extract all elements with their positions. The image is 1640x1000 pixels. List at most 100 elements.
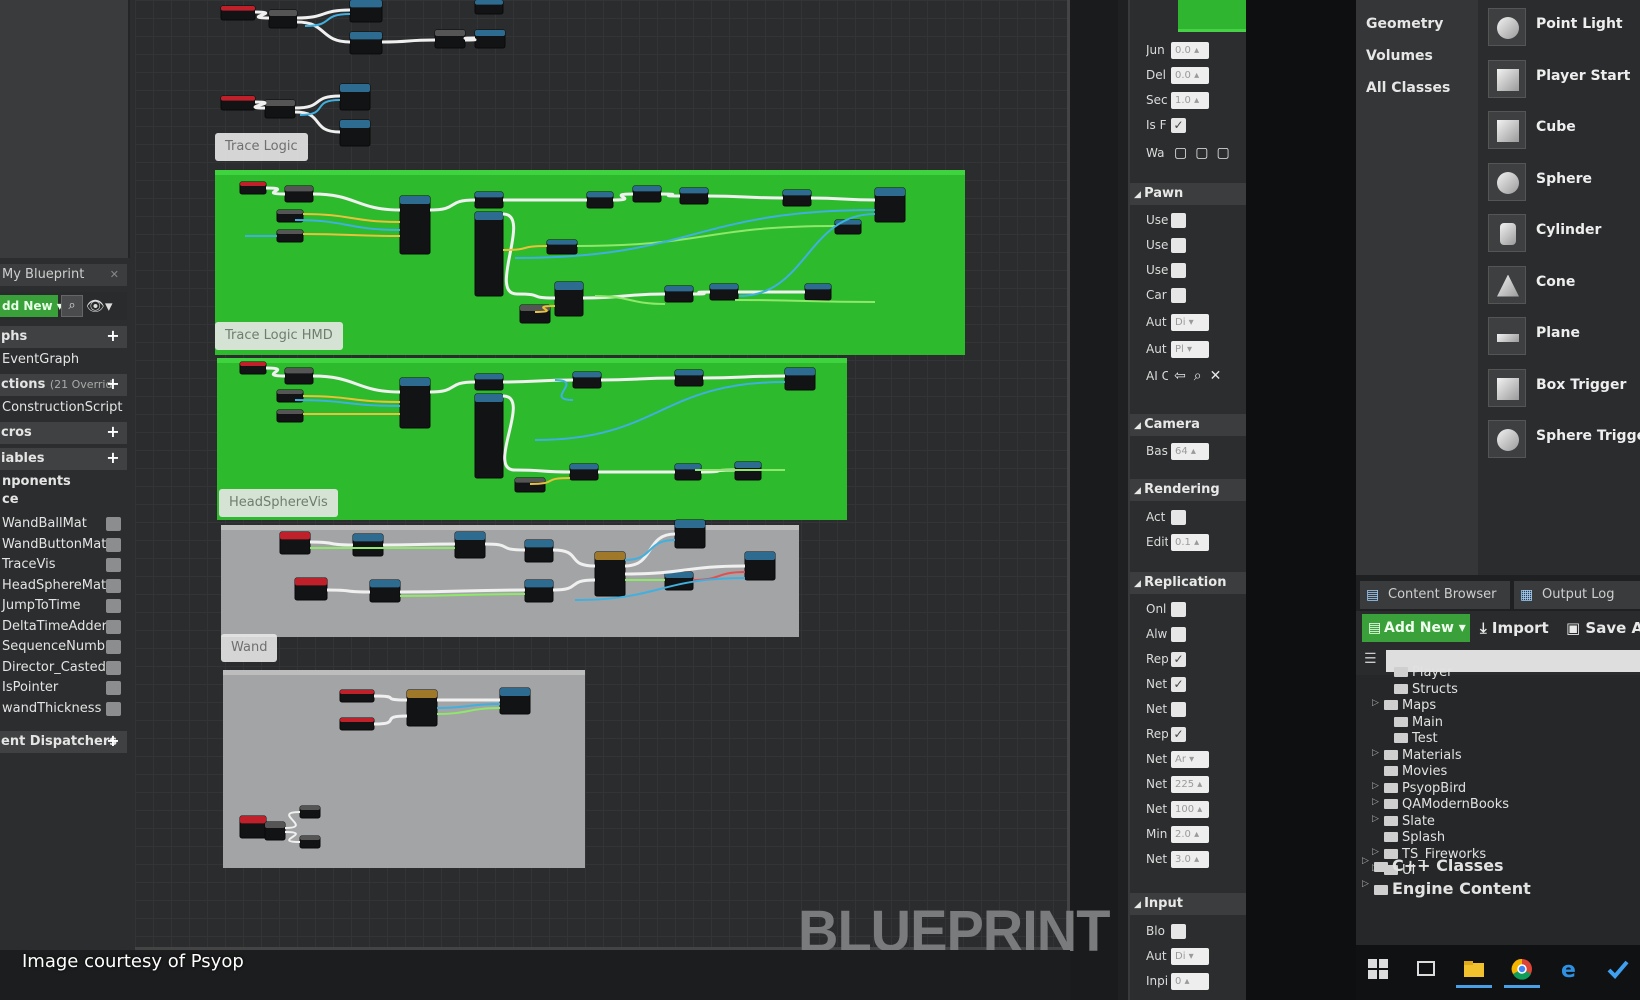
graph-node-header[interactable]: [353, 534, 383, 542]
input-1-field[interactable]: Di ▾: [1171, 948, 1209, 965]
detail-top-1-field[interactable]: 0.0 ▴: [1171, 67, 1209, 84]
place-actor-item[interactable]: Player Start: [1488, 56, 1640, 102]
edge-icon[interactable]: e: [1558, 957, 1582, 983]
browse-icons[interactable]: ⇦⌕✕: [1174, 365, 1229, 387]
add-macro-icon[interactable]: +: [105, 424, 121, 440]
camera-base-field[interactable]: 64 ▴: [1171, 443, 1209, 460]
graph-node-header[interactable]: [675, 370, 703, 376]
collapse-arrow-icon[interactable]: ◢: [1134, 421, 1144, 431]
expand-arrow-icon[interactable]: ▷: [1372, 847, 1379, 857]
graph-node-header[interactable]: [285, 186, 313, 192]
add-dispatcher-icon[interactable]: +: [105, 733, 121, 749]
expand-arrow-icon[interactable]: ▷: [1372, 797, 1379, 807]
graph-node-header[interactable]: [875, 188, 905, 196]
tab-output-log[interactable]: ▦ Output Log: [1514, 581, 1640, 609]
pawn-2-checkbox[interactable]: [1171, 263, 1186, 278]
sources-toggle-icon[interactable]: ☰: [1364, 651, 1377, 667]
collapse-arrow-icon[interactable]: ◢: [1134, 190, 1144, 200]
section-functions[interactable]: ctions (21 Overrid +: [0, 374, 127, 396]
construction-script-item[interactable]: ConstructionScript: [0, 398, 127, 418]
graph-node[interactable]: [474, 393, 504, 479]
variable-item[interactable]: HeadSphereMat: [0, 576, 127, 596]
replication-0-checkbox[interactable]: [1171, 602, 1186, 617]
comment-label-headspherevis[interactable]: HeadSphereVis: [219, 489, 338, 517]
folder-item[interactable]: ▷ PsyopBird: [1372, 781, 1466, 796]
add-variable-icon[interactable]: +: [105, 450, 121, 466]
graph-node-header[interactable]: [285, 368, 313, 374]
compile-indicator[interactable]: [1178, 0, 1248, 32]
folder-item[interactable]: Main: [1394, 715, 1443, 730]
graph-node-header[interactable]: [633, 186, 661, 192]
graph-node-header[interactable]: [435, 30, 465, 36]
graph-node-header[interactable]: [475, 0, 503, 5]
graph-node-header[interactable]: [280, 532, 310, 540]
input-2-field[interactable]: 0 ▴: [1171, 973, 1209, 990]
folder-item[interactable]: Test: [1394, 731, 1438, 746]
folder-item[interactable]: Player: [1394, 665, 1452, 680]
graph-node-header[interactable]: [240, 816, 266, 824]
graph-node-header[interactable]: [221, 6, 255, 11]
replication-field-4-field[interactable]: 3.0 ▴: [1171, 851, 1209, 868]
visibility-eye-icon[interactable]: [106, 640, 121, 654]
place-actor-item[interactable]: Cone: [1488, 262, 1640, 308]
replication-2-checkbox[interactable]: ✓: [1171, 652, 1186, 667]
graph-node[interactable]: [399, 195, 431, 255]
add-graph-icon[interactable]: +: [105, 328, 121, 344]
graph-node-header[interactable]: [525, 540, 553, 548]
graph-node-header[interactable]: [570, 464, 598, 470]
graph-node-header[interactable]: [555, 282, 583, 290]
replication-field-2-field[interactable]: 100 ▴: [1171, 801, 1209, 818]
collapse-arrow-icon[interactable]: ◢: [1134, 486, 1144, 496]
graph-node-header[interactable]: [400, 196, 430, 204]
graph-node-header[interactable]: [350, 32, 382, 40]
replication-3-checkbox[interactable]: ✓: [1171, 677, 1186, 692]
visibility-eye-icon[interactable]: [106, 599, 121, 613]
category-replication[interactable]: ◢ Replication: [1130, 572, 1248, 594]
pawn-3-checkbox[interactable]: [1171, 288, 1186, 303]
place-actor-item[interactable]: Sphere: [1488, 159, 1640, 205]
graph-node-header[interactable]: [587, 192, 613, 198]
graph-node-header[interactable]: [277, 210, 303, 214]
graph-node-header[interactable]: [350, 0, 382, 8]
comment-label-trace-logic-hmd[interactable]: Trace Logic HMD: [215, 322, 343, 350]
category-camera[interactable]: ◢ Camera: [1130, 414, 1248, 436]
replication-field-3-field[interactable]: 2.0 ▴: [1171, 826, 1209, 843]
content-add-new-button[interactable]: ▤ Add New ▾: [1362, 614, 1470, 642]
event-graph-item[interactable]: EventGraph: [0, 350, 127, 370]
replication-1-checkbox[interactable]: [1171, 627, 1186, 642]
pawn-1-checkbox[interactable]: [1171, 238, 1186, 253]
folder-item[interactable]: ▷ QAModernBooks: [1372, 797, 1509, 812]
pawn-0-checkbox[interactable]: [1171, 213, 1186, 228]
graph-node-header[interactable]: [277, 410, 303, 414]
graph-node-header[interactable]: [710, 284, 738, 290]
folder-item[interactable]: ▷ Materials: [1372, 748, 1462, 763]
graph-node-header[interactable]: [595, 552, 625, 560]
graph-node-header[interactable]: [277, 230, 303, 234]
graph-node[interactable]: [474, 211, 504, 297]
graph-node-header[interactable]: [221, 96, 255, 101]
graph-node-header[interactable]: [269, 10, 297, 16]
variable-item[interactable]: IsPointer: [0, 678, 127, 698]
windows-start-icon[interactable]: [1366, 957, 1390, 981]
graph-node-header[interactable]: [265, 822, 285, 828]
input-0-checkbox[interactable]: [1171, 924, 1186, 939]
import-button[interactable]: ⤓ Import: [1480, 614, 1549, 642]
place-category[interactable]: Volumes: [1366, 48, 1433, 64]
asset-picker-icons[interactable]: ▢▢▢: [1174, 142, 1238, 164]
blueprint-graph-canvas[interactable]: Trace Logic Trace Logic HMD HeadSphereVi…: [135, 0, 1070, 950]
tab-content-browser[interactable]: ▤ Content Browser: [1360, 581, 1510, 609]
graph-node-header[interactable]: [783, 190, 811, 196]
graph-node-header[interactable]: [675, 464, 701, 470]
graph-node-header[interactable]: [675, 520, 705, 528]
graph-node-header[interactable]: [340, 120, 370, 128]
category-rendering[interactable]: ◢ Rendering: [1130, 479, 1248, 501]
search-icon[interactable]: ⌕: [61, 295, 83, 317]
graph-node-header[interactable]: [240, 182, 266, 186]
graph-node-header[interactable]: [500, 688, 530, 696]
visibility-eye-icon[interactable]: [106, 517, 121, 531]
graph-node-header[interactable]: [525, 580, 553, 588]
graph-node-header[interactable]: [805, 284, 831, 290]
section-event-dispatchers[interactable]: ent Dispatchers +: [0, 731, 127, 753]
view-options-icon[interactable]: 👁▾: [86, 295, 122, 317]
visibility-eye-icon[interactable]: [106, 537, 121, 552]
